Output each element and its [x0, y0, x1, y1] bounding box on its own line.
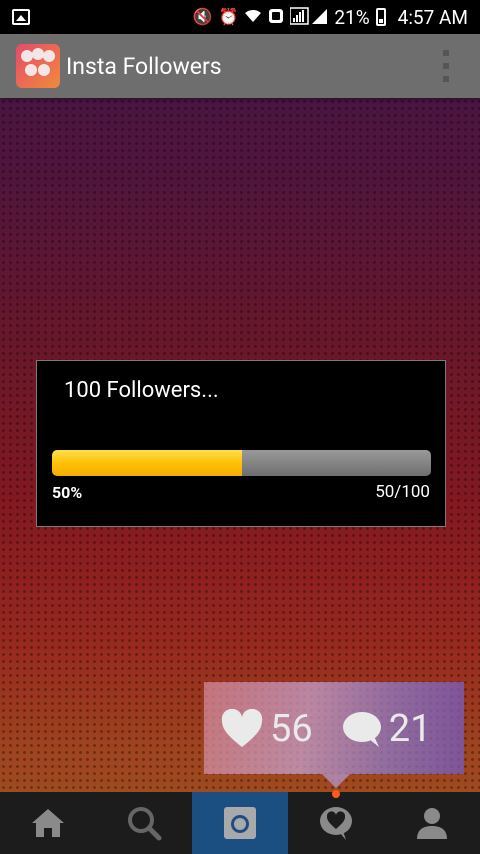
signal-icon [289, 6, 328, 28]
nfc-icon [268, 8, 284, 27]
nav-camera[interactable] [192, 792, 288, 854]
battery-icon [375, 8, 386, 26]
comments-count: 21 [388, 707, 432, 751]
status-left [12, 9, 30, 25]
nav-search[interactable] [96, 792, 192, 854]
home-icon [32, 809, 64, 837]
progress-bar [52, 450, 431, 476]
battery-percent: 21% [334, 5, 370, 29]
nav-home[interactable] [0, 792, 96, 854]
progress-dialog: 100 Followers... 50% 50/100 [36, 360, 446, 527]
progress-percent: 50% [52, 483, 83, 502]
likes-count: 56 [270, 707, 313, 751]
progress-fill [52, 450, 242, 476]
activity-icon [320, 807, 352, 840]
mute-icon: 🔇 [192, 7, 213, 26]
profile-icon [417, 808, 447, 839]
status-time: 4:57 AM [397, 5, 468, 29]
likes-row: 56 21 [220, 706, 431, 752]
search-icon [128, 807, 162, 841]
heart-icon [221, 709, 263, 747]
comment-icon [342, 712, 381, 747]
overflow-menu-icon[interactable] [442, 50, 450, 82]
bottom-nav [0, 790, 480, 854]
notification-dot [332, 790, 340, 798]
alarm-icon: ⏰ [218, 7, 239, 26]
camera-icon [224, 807, 256, 839]
nav-profile[interactable] [384, 792, 480, 854]
progress-count: 50/100 [375, 482, 430, 502]
wifi-icon [244, 8, 262, 27]
status-right: 🔇 ⏰ 21% 4:57 AM [193, 6, 468, 29]
status-bar: 🔇 ⏰ 21% 4:57 AM [0, 0, 480, 34]
image-notification-icon [12, 9, 30, 25]
dialog-title: 100 Followers... [64, 378, 219, 403]
action-bar: Insta Followers [0, 34, 480, 98]
app-logo-icon[interactable] [16, 44, 60, 88]
app-title: Insta Followers [66, 52, 222, 80]
nav-activity[interactable] [288, 790, 384, 854]
